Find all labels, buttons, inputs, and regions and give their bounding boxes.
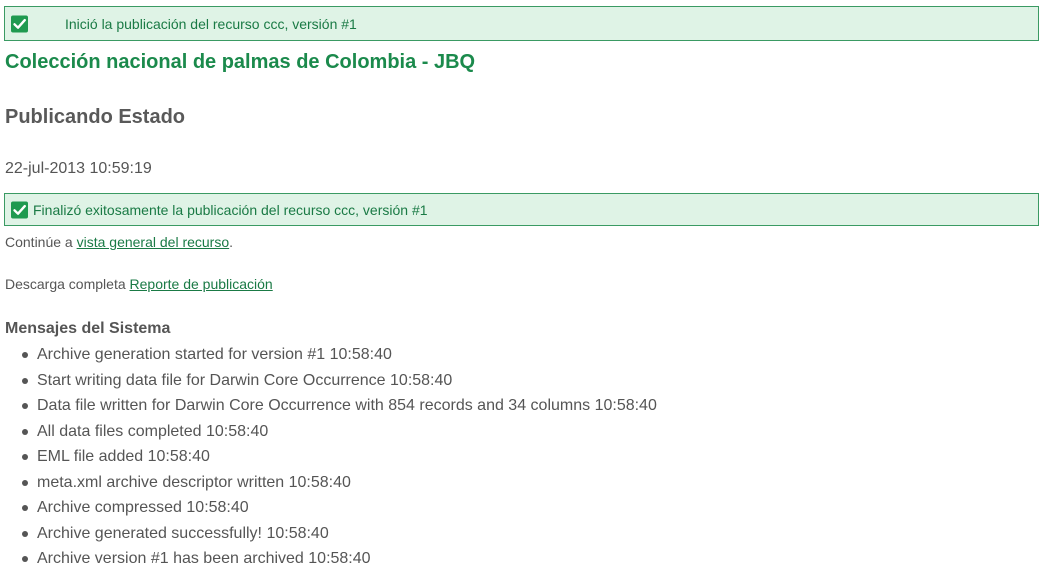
system-messages-heading: Mensajes del Sistema bbox=[5, 320, 171, 337]
bullet-icon bbox=[22, 352, 28, 358]
continue-suffix: . bbox=[229, 234, 234, 250]
list-item: Data file written for Darwin Core Occurr… bbox=[0, 393, 657, 419]
check-icon bbox=[11, 15, 28, 32]
publish-timestamp: 22-jul-2013 10:59:19 bbox=[5, 160, 152, 177]
list-item: meta.xml archive descriptor written 10:5… bbox=[0, 470, 657, 496]
bullet-icon bbox=[22, 530, 28, 537]
list-item: EML file added 10:58:40 bbox=[0, 444, 657, 470]
list-item: Archive generation started for version #… bbox=[0, 342, 657, 368]
resource-title: Colección nacional de palmas de Colombia… bbox=[5, 51, 476, 73]
publication-success-text: Finalizó exitosamente la publicación del… bbox=[33, 201, 428, 218]
bullet-icon bbox=[22, 556, 28, 562]
system-message-text: Data file written for Darwin Core Occurr… bbox=[37, 397, 657, 414]
check-icon bbox=[11, 201, 28, 218]
download-prefix: Descarga completa bbox=[5, 276, 130, 292]
bullet-icon bbox=[22, 479, 28, 486]
list-item: Archive version #1 has been archived 10:… bbox=[0, 546, 657, 572]
resource-overview-link[interactable]: vista general del recurso bbox=[77, 234, 230, 250]
bullet-icon bbox=[22, 454, 28, 460]
publication-started-text: Inició la publicación del recurso ccc, v… bbox=[65, 15, 357, 32]
system-message-text: meta.xml archive descriptor written 10:5… bbox=[37, 473, 351, 491]
system-message-text: Archive version #1 has been archived 10:… bbox=[37, 550, 371, 567]
system-message-text: EML file added 10:58:40 bbox=[37, 448, 210, 465]
system-message-text: Start writing data file for Darwin Core … bbox=[37, 371, 453, 389]
list-item: All data files completed 10:58:40 bbox=[0, 419, 657, 445]
system-message-text: Archive generation started for version #… bbox=[37, 346, 392, 363]
system-message-text: All data files completed 10:58:40 bbox=[37, 422, 269, 440]
list-item: Archive generated successfully! 10:58:40 bbox=[0, 521, 657, 547]
list-item: Archive compressed 10:58:40 bbox=[0, 495, 657, 521]
publication-report-link[interactable]: Reporte de publicación bbox=[130, 276, 273, 292]
publication-success-message: Finalizó exitosamente la publicación del… bbox=[4, 193, 1039, 226]
bullet-icon bbox=[22, 428, 28, 435]
bullet-icon bbox=[22, 377, 28, 384]
list-item: Start writing data file for Darwin Core … bbox=[0, 368, 657, 394]
bullet-icon bbox=[22, 505, 28, 511]
publication-started-message: Inició la publicación del recurso ccc, v… bbox=[4, 6, 1039, 41]
download-line: Descarga completa Reporte de publicación bbox=[5, 276, 273, 292]
continue-prefix: Continúe a bbox=[5, 234, 77, 250]
system-message-text: Archive generated successfully! 10:58:40 bbox=[37, 524, 329, 542]
page-title: Publicando Estado bbox=[5, 106, 186, 128]
continue-line: Continúe a vista general del recurso. bbox=[5, 234, 233, 250]
bullet-icon bbox=[22, 403, 28, 409]
system-message-text: Archive compressed 10:58:40 bbox=[37, 499, 249, 516]
system-messages-list: Archive generation started for version #… bbox=[0, 342, 657, 572]
